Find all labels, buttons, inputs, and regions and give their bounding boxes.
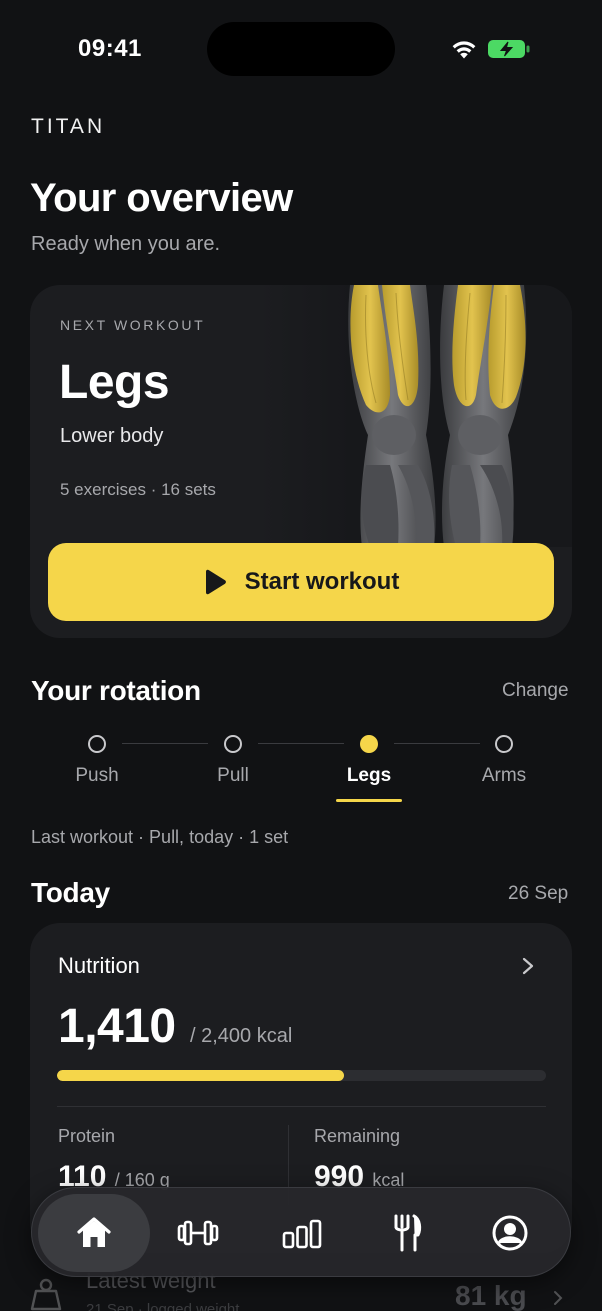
latest-weight-subtitle: 21 Sep · logged weight (86, 1301, 240, 1311)
dumbbell-icon (177, 1220, 219, 1246)
latest-weight-value: 81 kg (455, 1280, 527, 1311)
divider (57, 1106, 546, 1107)
chevron-right-icon[interactable] (520, 956, 536, 976)
page-title: Your overview (30, 176, 293, 220)
rotation-change-link[interactable]: Change (502, 680, 569, 702)
next-workout-eyebrow: NEXT WORKOUT (60, 317, 206, 333)
page-subtitle: Ready when you are. (31, 233, 221, 255)
rotation-label-push[interactable]: Push (47, 765, 147, 787)
nutrition-consumed: 1,410 (58, 1000, 176, 1053)
fork-knife-icon (394, 1214, 422, 1252)
nutrition-goal: / 2,400 kcal (190, 1025, 293, 1047)
tab-progress[interactable] (246, 1194, 358, 1272)
profile-icon (492, 1215, 528, 1251)
protein-label: Protein (58, 1126, 116, 1146)
remaining-label: Remaining (314, 1126, 401, 1146)
last-workout-text: Last workout · Pull, today · 1 set (31, 827, 289, 847)
play-icon (205, 569, 226, 595)
tab-workouts[interactable] (142, 1194, 254, 1272)
rotation-dot-push[interactable] (88, 735, 106, 753)
nutrition-progress-fill (57, 1070, 345, 1081)
rotation-dot-arms[interactable] (495, 735, 513, 753)
today-title: Today (31, 877, 110, 908)
status-time: 09:41 (78, 35, 142, 62)
rotation-dot-pull[interactable] (224, 735, 242, 753)
rotation-connector (394, 743, 480, 744)
home-icon (77, 1217, 111, 1247)
next-workout-title: Legs (59, 356, 170, 409)
today-date: 26 Sep (508, 883, 569, 904)
rotation-connector (122, 743, 208, 744)
scale-weight-icon (30, 1278, 62, 1311)
legs-muscle-illustration (258, 285, 572, 547)
rotation-label-arms[interactable]: Arms (454, 765, 554, 787)
stats-icon (282, 1219, 322, 1249)
rotation-label-pull[interactable]: Pull (183, 765, 283, 787)
next-workout-meta: 5 exercises · 16 sets (60, 480, 216, 499)
tab-bar (31, 1187, 571, 1277)
rotation-active-underline (336, 799, 402, 802)
start-workout-button[interactable]: Start workout (48, 543, 554, 621)
tab-profile[interactable] (454, 1194, 566, 1272)
rotation-connector (258, 743, 344, 744)
rotation-label-legs[interactable]: Legs (319, 765, 419, 787)
chevron-right-icon[interactable] (552, 1289, 564, 1307)
tab-nutrition[interactable] (350, 1194, 462, 1272)
rotation-title: Your rotation (31, 675, 201, 706)
wifi-icon (452, 41, 476, 59)
nutrition-progress-bar (57, 1070, 546, 1081)
next-workout-card[interactable]: NEXT WORKOUT Legs Lower body 5 exercises… (30, 285, 572, 638)
app-brand: TITAN (31, 115, 106, 138)
dynamic-island (207, 22, 395, 76)
next-workout-subtitle: Lower body (60, 425, 164, 447)
status-bar: 09:41 (0, 0, 602, 96)
rotation-dot-legs[interactable] (360, 735, 378, 753)
start-workout-label: Start workout (244, 568, 400, 595)
battery-charging-icon (488, 40, 530, 58)
nutrition-title: Nutrition (58, 953, 140, 978)
tab-home[interactable] (38, 1194, 150, 1272)
